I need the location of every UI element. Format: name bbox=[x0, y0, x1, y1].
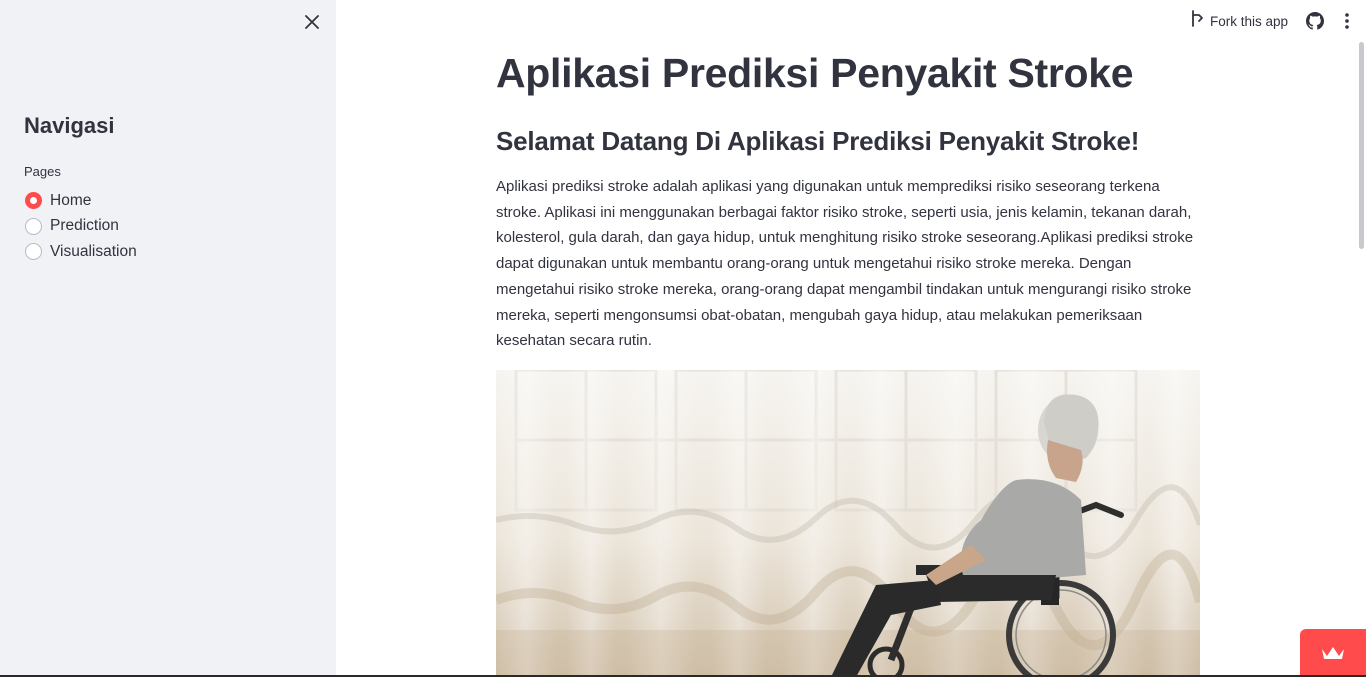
pages-radio-group: Home Prediction Visualisation bbox=[24, 188, 137, 265]
radio-button[interactable] bbox=[25, 243, 42, 261]
page-title: Aplikasi Prediksi Penyakit Stroke bbox=[496, 50, 1134, 96]
streamlit-crown-badge[interactable] bbox=[1300, 629, 1366, 677]
radio-label-visualisation: Visualisation bbox=[50, 242, 137, 260]
close-icon[interactable] bbox=[300, 10, 324, 34]
fork-this-app-button[interactable]: Fork this app bbox=[1190, 10, 1288, 32]
hero-image bbox=[496, 370, 1200, 677]
radio-option-prediction[interactable]: Prediction bbox=[24, 214, 137, 240]
github-icon[interactable] bbox=[1306, 12, 1324, 30]
welcome-subheader: Selamat Datang Di Aplikasi Prediksi Peny… bbox=[496, 126, 1140, 156]
scrollbar[interactable] bbox=[1359, 42, 1364, 249]
elderly-wheelchair-photo bbox=[496, 370, 1200, 677]
crown-icon bbox=[1322, 647, 1344, 659]
sidebar: Navigasi Pages Home Prediction Visualisa… bbox=[0, 0, 336, 677]
radio-label-prediction: Prediction bbox=[50, 217, 119, 235]
intro-paragraph: Aplikasi prediksi stroke adalah aplikasi… bbox=[496, 178, 1194, 350]
radio-option-home[interactable]: Home bbox=[24, 188, 137, 214]
fork-icon bbox=[1190, 10, 1204, 32]
kebab-menu-icon[interactable] bbox=[1344, 12, 1350, 30]
fork-label: Fork this app bbox=[1209, 13, 1288, 29]
top-toolbar: Fork this app bbox=[1190, 8, 1366, 34]
radio-button[interactable] bbox=[25, 192, 42, 210]
radio-label-home: Home bbox=[50, 191, 92, 209]
sidebar-title: Navigasi bbox=[24, 113, 115, 138]
pages-label: Pages bbox=[24, 164, 61, 179]
radio-option-visualisation[interactable]: Visualisation bbox=[24, 239, 137, 265]
radio-button[interactable] bbox=[25, 217, 42, 235]
